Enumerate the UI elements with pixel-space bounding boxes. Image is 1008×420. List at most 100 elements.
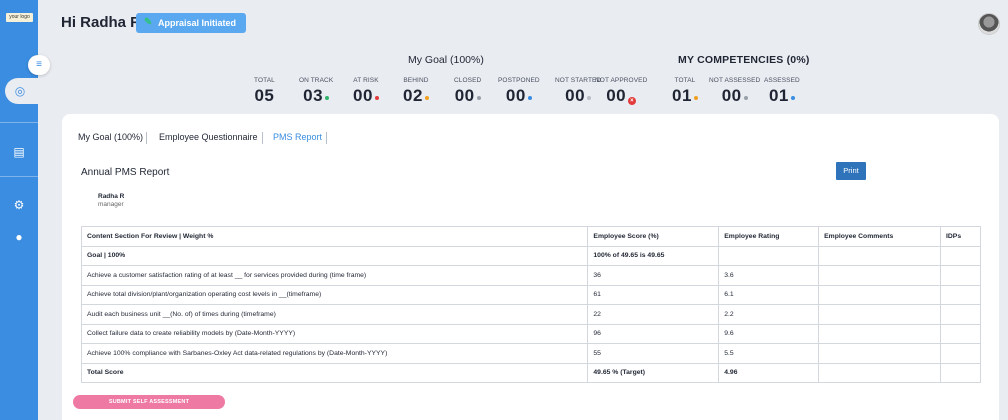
print-button[interactable]: Print [836, 162, 866, 180]
table-cell [940, 323, 981, 344]
stat-label: POSTPONED [498, 77, 540, 84]
table-cell: 22 [587, 304, 720, 325]
table-cell: 55 [587, 343, 720, 364]
table-cell: Collect failure data to create reliabili… [80, 323, 589, 344]
appraisal-status-button[interactable]: ✎ Appraisal Initiated [136, 13, 247, 33]
table-cell: 9.6 [718, 323, 820, 344]
column-header: Employee Rating [718, 226, 820, 247]
table-cell [940, 362, 981, 383]
clipboard-icon[interactable]: ▤ [12, 145, 26, 159]
column-header: Content Section For Review | Weight % [80, 226, 589, 247]
status-dot-icon [325, 96, 330, 100]
stat-label: NOT ASSESSED [709, 77, 761, 84]
table-cell: 96 [587, 323, 720, 344]
tab-employee-questionnaire[interactable]: Employee Questionnaire [159, 132, 258, 142]
status-dot-icon [587, 96, 592, 100]
stat-label: BEHIND [403, 77, 429, 84]
target-icon: ◎ [14, 84, 26, 98]
stat-number: 00 [606, 86, 627, 105]
report-title: Annual PMS Report [81, 167, 170, 178]
stat-label: TOTAL [674, 77, 696, 84]
table-row: Achieve a customer satisfaction rating o… [80, 265, 981, 286]
stat-value: 01 [672, 86, 698, 106]
stat-label: NOT APPROVED [595, 77, 648, 84]
sidebar-divider [0, 176, 38, 177]
stat-value: 01 [764, 86, 800, 106]
table-cell: 6.1 [718, 284, 820, 305]
review-table: Content Section For Review | Weight % Em… [80, 226, 981, 383]
stat-number: 01 [768, 86, 789, 105]
gear-icon[interactable]: ⚙ [12, 198, 26, 212]
table-cell: 61 [587, 284, 720, 305]
status-dot-icon [790, 96, 795, 100]
sidebar-toggle-button[interactable]: ≡ [28, 55, 50, 75]
table-cell [818, 362, 941, 383]
status-dot-icon [743, 96, 748, 100]
table-cell [818, 343, 941, 364]
table-cell: Achieve total division/plant/organizatio… [80, 284, 589, 305]
competency-stat[interactable]: ASSESSED 01 [764, 77, 800, 106]
table-cell [940, 343, 981, 364]
status-dot-icon [374, 96, 379, 100]
employee-role: manager [98, 201, 124, 208]
pencil-icon: ✎ [144, 17, 153, 28]
tab-my-goal[interactable]: My Goal (100%) [78, 132, 143, 142]
goal-stat[interactable]: BEHIND 02 [403, 77, 429, 106]
goal-stat[interactable]: AT RISK 00 [353, 77, 379, 106]
sidebar-item-goals[interactable]: ◎ [5, 78, 41, 104]
close-circle-icon: × [628, 97, 637, 105]
table-cell [818, 284, 941, 305]
competency-summary-title: MY COMPETENCIES (0%) [678, 54, 810, 66]
stat-value: 00 [353, 86, 379, 106]
status-dot-icon [693, 96, 698, 100]
tab-pms-report[interactable]: PMS Report [273, 132, 322, 142]
column-header: Employee Score (%) [587, 226, 720, 247]
table-cell: 100% of 49.65 is 49.65 [587, 245, 720, 266]
goal-stat[interactable]: ON TRACK 03 [299, 77, 333, 106]
table-cell: Goal | 100% [80, 245, 589, 266]
table-cell: 3.6 [718, 265, 820, 286]
table-row: Total Score 49.65 % (Target) 4.96 [80, 362, 981, 383]
stat-label: AT RISK [353, 77, 379, 84]
table-row: Achieve 100% compliance with Sarbanes-Ox… [80, 343, 981, 364]
column-header: IDPs [940, 226, 981, 247]
table-cell [940, 284, 981, 305]
goal-stat[interactable]: CLOSED 00 [454, 77, 481, 106]
table-cell [818, 265, 941, 286]
sidebar-divider [0, 122, 38, 123]
stat-label: ASSESSED [764, 77, 800, 84]
stat-number: 03 [303, 86, 324, 105]
goal-stat[interactable]: NOT APPROVED 00 × [595, 77, 647, 106]
competency-stat[interactable]: TOTAL 01 [672, 77, 698, 106]
status-dot-icon [527, 96, 532, 100]
employee-name: Radha R [98, 193, 125, 200]
table-cell [940, 265, 981, 286]
stat-number: 00 [454, 86, 475, 105]
submit-self-assessment-button[interactable]: SUBMIT SELF ASSESSMENT [73, 395, 225, 409]
tab-separator [146, 132, 147, 144]
table-cell: Total Score [80, 362, 589, 383]
goal-stat[interactable]: POSTPONED 00 [498, 77, 540, 106]
stat-number: 05 [254, 86, 275, 105]
stat-value: 05 [254, 86, 275, 106]
table-cell: 5.5 [718, 343, 820, 364]
stat-number: 02 [403, 86, 423, 105]
table-row: Goal | 100% 100% of 49.65 is 49.65 [80, 245, 981, 266]
goal-stat[interactable]: TOTAL 05 [254, 77, 275, 106]
appraisal-status-label: Appraisal Initiated [158, 18, 237, 28]
stat-label: TOTAL [254, 77, 275, 84]
status-dot-icon [476, 96, 481, 100]
stat-value: 03 [299, 86, 333, 106]
table-row: Collect failure data to create reliabili… [80, 323, 981, 344]
table-row: Audit each business unit __(No. of) of t… [80, 304, 981, 325]
table-cell: 49.65 % (Target) [587, 362, 720, 383]
goal-summary-title: My Goal (100%) [408, 54, 484, 66]
greeting: Hi Radha R [61, 14, 142, 31]
table-cell: Audit each business unit __(No. of) of t… [80, 304, 589, 325]
competency-stat[interactable]: NOT ASSESSED 00 [709, 77, 760, 106]
avatar[interactable] [978, 13, 1000, 35]
user-icon[interactable]: ● [12, 230, 26, 244]
table-cell [718, 245, 820, 266]
stat-value: 00 [709, 86, 760, 106]
tab-separator [262, 132, 263, 144]
